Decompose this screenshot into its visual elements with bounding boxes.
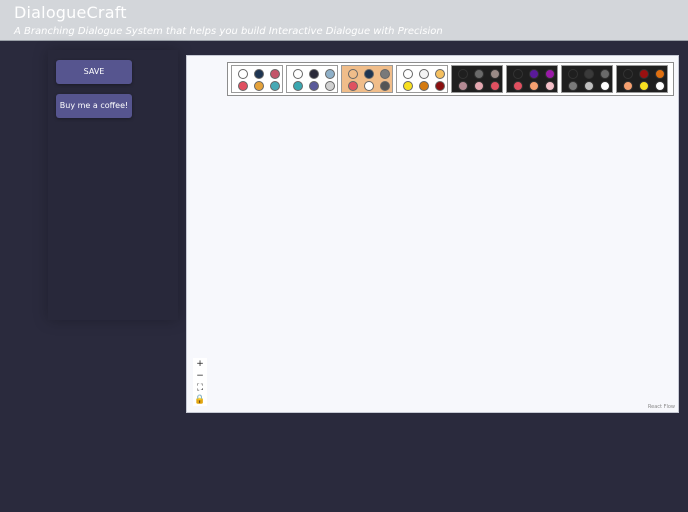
color-dot (474, 81, 484, 91)
sidebar-panel (48, 50, 178, 320)
color-dot (348, 69, 358, 79)
save-button[interactable]: SAVE (56, 60, 132, 84)
color-dot (403, 69, 413, 79)
color-dot (568, 81, 578, 91)
color-dot (474, 69, 484, 79)
color-dot (513, 69, 523, 79)
color-dot (529, 69, 539, 79)
color-dot (639, 69, 649, 79)
color-dot (419, 81, 429, 91)
color-dot (490, 69, 500, 79)
color-dot (458, 69, 468, 79)
theme-swatch[interactable] (506, 65, 558, 93)
color-dot (380, 81, 390, 91)
color-dot (513, 81, 523, 91)
color-dot (584, 69, 594, 79)
app-header: DialogueCraft A Branching Dialogue Syste… (0, 0, 688, 41)
color-dot (238, 69, 248, 79)
color-dot (623, 81, 633, 91)
color-dot (655, 81, 665, 91)
fit-view-icon[interactable]: ⛶ (193, 382, 207, 394)
color-dot (545, 81, 555, 91)
color-dot (293, 69, 303, 79)
buy-coffee-button[interactable]: Buy me a coffee! (56, 94, 132, 118)
app-title: DialogueCraft (14, 3, 127, 22)
canvas-controls: + − ⛶ 🔒 (193, 358, 207, 406)
theme-swatch[interactable] (561, 65, 613, 93)
color-dot (238, 81, 248, 91)
color-dot (254, 69, 264, 79)
color-dot (435, 81, 445, 91)
color-dot (254, 81, 264, 91)
color-dot (545, 69, 555, 79)
theme-swatch[interactable] (616, 65, 668, 93)
color-dot (600, 69, 610, 79)
theme-swatch[interactable] (341, 65, 393, 93)
color-dot (325, 81, 335, 91)
zoom-in-icon[interactable]: + (193, 358, 207, 370)
color-dot (419, 69, 429, 79)
color-dot (490, 81, 500, 91)
color-dot (309, 81, 319, 91)
color-dot (600, 81, 610, 91)
lock-icon[interactable]: 🔒 (193, 394, 207, 406)
theme-palette-bar (227, 62, 674, 96)
color-dot (584, 81, 594, 91)
color-dot (325, 69, 335, 79)
color-dot (270, 81, 280, 91)
color-dot (293, 81, 303, 91)
color-dot (568, 69, 578, 79)
color-dot (364, 81, 374, 91)
color-dot (458, 81, 468, 91)
color-dot (348, 81, 358, 91)
zoom-out-icon[interactable]: − (193, 370, 207, 382)
color-dot (655, 69, 665, 79)
color-dot (270, 69, 280, 79)
color-dot (364, 69, 374, 79)
color-dot (529, 81, 539, 91)
color-dot (403, 81, 413, 91)
color-dot (309, 69, 319, 79)
color-dot (435, 69, 445, 79)
color-dot (639, 81, 649, 91)
theme-swatch[interactable] (396, 65, 448, 93)
color-dot (623, 69, 633, 79)
app-subtitle: A Branching Dialogue System that helps y… (14, 26, 443, 37)
flow-canvas[interactable]: + − ⛶ 🔒 React Flow (186, 55, 679, 413)
react-flow-attribution: React Flow (647, 404, 675, 410)
color-dot (380, 69, 390, 79)
theme-swatch[interactable] (231, 65, 283, 93)
theme-swatch[interactable] (451, 65, 503, 93)
theme-swatch[interactable] (286, 65, 338, 93)
